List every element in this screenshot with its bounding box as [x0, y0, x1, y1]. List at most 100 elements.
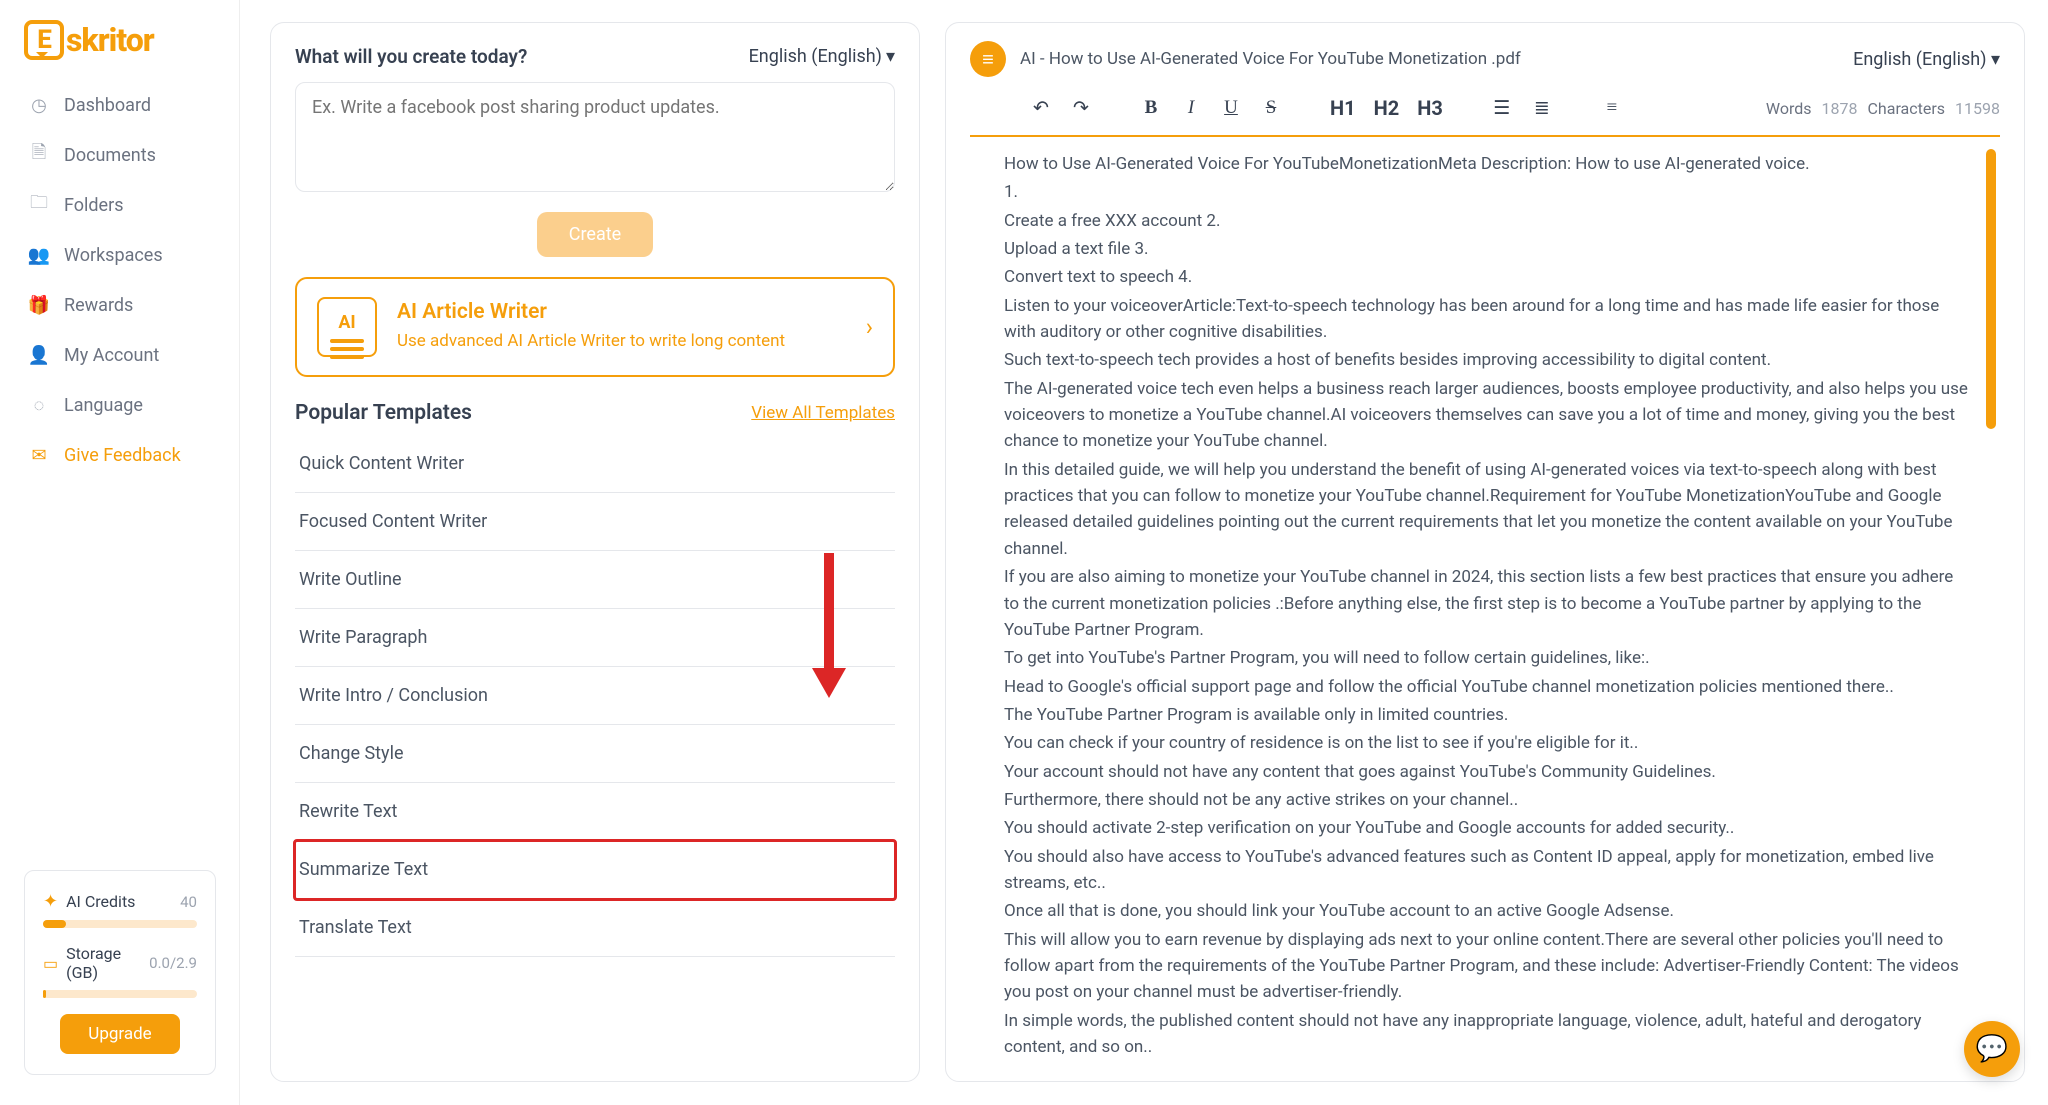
users-icon: 👥 [28, 244, 50, 266]
globe-icon: ◌ [28, 394, 50, 416]
credits-row: ✦AI Credits 40 [43, 891, 197, 912]
template-item[interactable]: Quick Content Writer [295, 435, 895, 493]
gift-icon: 🎁 [28, 294, 50, 316]
sidebar-item-language[interactable]: ◌Language [0, 380, 239, 430]
editor-paragraph[interactable]: Upload a text file 3. [1004, 236, 1970, 262]
editor-menu-toggle[interactable]: ≡ [970, 41, 1006, 77]
unordered-list-button[interactable]: ≣ [1527, 93, 1557, 123]
chars-value: 11598 [1955, 99, 2000, 118]
gauge-icon: ◷ [28, 94, 50, 116]
h2-button[interactable]: H2 [1374, 96, 1400, 120]
chevron-down-icon: ▾ [886, 46, 895, 67]
sparkle-icon: ✦ [43, 891, 58, 912]
editor-paragraph[interactable]: You should also have access to YouTube's… [1004, 844, 1970, 897]
underline-button[interactable]: U [1216, 93, 1246, 123]
sidebar-item-label: My Account [64, 345, 159, 366]
storage-bar [43, 990, 197, 998]
editor-paragraph[interactable]: 1. [1004, 179, 1970, 205]
editor-paragraph[interactable]: To get into YouTube's Partner Program, y… [1004, 645, 1970, 671]
italic-button[interactable]: I [1176, 93, 1206, 123]
credits-value: 40 [180, 893, 197, 911]
upgrade-button[interactable]: Upgrade [60, 1014, 179, 1054]
sidebar-item-workspaces[interactable]: 👥 Workspaces [0, 230, 239, 280]
ai-article-writer-card[interactable]: AI AI Article Writer Use advanced AI Art… [295, 277, 895, 377]
align-button[interactable]: ≡ [1597, 93, 1627, 123]
brand-logo[interactable]: EEskritorskritor [0, 20, 239, 80]
template-item[interactable]: Translate Text [295, 899, 895, 957]
view-all-templates-link[interactable]: View All Templates [751, 403, 895, 423]
editor-paragraph[interactable]: In this detailed guide, we will help you… [1004, 457, 1970, 562]
article-writer-desc: Use advanced AI Article Writer to write … [397, 330, 785, 354]
article-icon: AI [317, 297, 377, 357]
create-button[interactable]: Create [537, 212, 653, 257]
h1-button[interactable]: H1 [1330, 96, 1356, 120]
editor-paragraph[interactable]: You should activate 2-step verification … [1004, 815, 1970, 841]
credits-bar [43, 920, 197, 928]
sidebar-item-label: Documents [64, 145, 156, 166]
scrollbar-thumb[interactable] [1986, 149, 1996, 429]
words-label: Words [1766, 99, 1812, 118]
editor-paragraph[interactable]: Your account should not have any content… [1004, 759, 1970, 785]
editor-toolbar: ↶ ↷ B I U S H1 H2 H3 ☰ ≣ ≡ Words 1878 Ch… [970, 87, 2000, 137]
storage-value: 0.0/2.9 [149, 954, 197, 972]
editor-paragraph[interactable]: How to Use AI-Generated Voice For YouTub… [1004, 151, 1970, 177]
sidebar-item-feedback[interactable]: ✉ Give Feedback [0, 430, 239, 480]
prompt-language-select[interactable]: English (English)▾ [749, 46, 895, 67]
template-item[interactable]: Write Outline [295, 551, 895, 609]
strike-button[interactable]: S [1256, 93, 1286, 123]
storage-label: Storage (GB) [66, 944, 149, 982]
undo-button[interactable]: ↶ [1026, 93, 1056, 123]
editor-filename: AI - How to Use AI-Generated Voice For Y… [1020, 49, 1839, 69]
chars-label: Characters [1868, 99, 1946, 118]
sidebar-item-account[interactable]: 👤My Account [0, 330, 239, 380]
editor-paragraph[interactable]: Furthermore, there should not be any act… [1004, 787, 1970, 813]
editor-paragraph[interactable]: This will allow you to earn revenue by d… [1004, 927, 1970, 1006]
editor-paragraph[interactable]: Convert text to speech 4. [1004, 264, 1970, 290]
editor-paragraph[interactable]: In simple words, the published content s… [1004, 1008, 1970, 1057]
editor-content[interactable]: How to Use AI-Generated Voice For YouTub… [1004, 151, 1970, 1057]
credits-panel: ✦AI Credits 40 ▭ Storage (GB) 0.0/2.9 Upg… [24, 870, 216, 1075]
editor-paragraph[interactable]: Head to Google's official support page a… [1004, 674, 1970, 700]
editor-paragraph[interactable]: Create a free XXX account 2. [1004, 208, 1970, 234]
h3-button[interactable]: H3 [1417, 96, 1443, 120]
ordered-list-button[interactable]: ☰ [1487, 93, 1517, 123]
template-item[interactable]: Summarize Text [295, 841, 895, 899]
editor-paragraph[interactable]: You can check if your country of residen… [1004, 730, 1970, 756]
sidebar-nav: ◷Dashboard 🗎Documents 🗀Folders 👥 Workspac… [0, 80, 239, 480]
editor-content-wrap[interactable]: How to Use AI-Generated Voice For YouTub… [970, 137, 2000, 1057]
template-item[interactable]: Change Style [295, 725, 895, 783]
sidebar-item-dashboard[interactable]: ◷Dashboard [0, 80, 239, 130]
envelope-heart-icon: ✉ [28, 444, 50, 466]
template-item[interactable]: Rewrite Text [295, 783, 895, 841]
menu-icon: ≡ [982, 47, 994, 72]
sidebar-item-folders[interactable]: 🗀Folders [0, 180, 239, 230]
editor-stats: Words 1878 Characters 11598 [1766, 99, 2000, 118]
sidebar-item-label: Folders [64, 195, 124, 216]
chevron-down-icon: ▾ [1991, 49, 2000, 70]
sidebar-item-rewards[interactable]: 🎁 Rewards [0, 280, 239, 330]
prompt-input[interactable] [295, 82, 895, 192]
bold-button[interactable]: B [1136, 93, 1166, 123]
editor-paragraph[interactable]: The AI-generated voice tech even helps a… [1004, 376, 1970, 455]
chevron-right-icon: › [866, 313, 873, 341]
sidebar-item-label: Give Feedback [64, 445, 181, 466]
create-panel: What will you create today? English (Eng… [270, 22, 920, 1082]
editor-paragraph[interactable]: Such text-to-speech tech provides a host… [1004, 347, 1970, 373]
sidebar-item-documents[interactable]: 🗎Documents [0, 130, 239, 180]
editor-paragraph[interactable]: The YouTube Partner Program is available… [1004, 702, 1970, 728]
chat-fab[interactable]: 💬 [1964, 1021, 2020, 1077]
article-writer-title: AI Article Writer [397, 300, 785, 324]
template-list: Quick Content WriterFocused Content Writ… [295, 435, 895, 957]
editor-paragraph[interactable]: If you are also aiming to monetize your … [1004, 564, 1970, 643]
template-item[interactable]: Write Paragraph [295, 609, 895, 667]
template-item[interactable]: Focused Content Writer [295, 493, 895, 551]
redo-button[interactable]: ↷ [1066, 93, 1096, 123]
editor-paragraph[interactable]: Once all that is done, you should link y… [1004, 898, 1970, 924]
storage-icon: ▭ [43, 954, 58, 973]
sidebar-item-label: Rewards [64, 295, 133, 316]
editor-language-select[interactable]: English (English) ▾ [1853, 49, 2000, 70]
sidebar-item-label: Workspaces [64, 245, 163, 266]
editor-panel: ≡ AI - How to Use AI-Generated Voice For… [945, 22, 2025, 1082]
template-item[interactable]: Write Intro / Conclusion [295, 667, 895, 725]
editor-paragraph[interactable]: Listen to your voiceoverArticle:Text-to-… [1004, 293, 1970, 346]
